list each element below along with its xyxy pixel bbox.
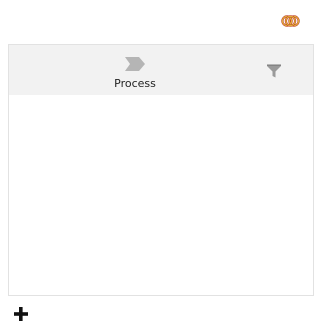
panel-header: Process bbox=[9, 45, 313, 95]
process-column-label: Process bbox=[114, 77, 156, 90]
filter-icon[interactable] bbox=[266, 63, 282, 79]
linked-rings-icon[interactable] bbox=[281, 13, 300, 27]
process-panel: Process bbox=[8, 44, 314, 296]
add-button[interactable] bbox=[13, 306, 29, 322]
process-step-icon bbox=[125, 56, 145, 71]
plus-icon bbox=[14, 307, 28, 321]
panel-body bbox=[9, 95, 313, 295]
process-column-header[interactable]: Process bbox=[9, 45, 261, 95]
